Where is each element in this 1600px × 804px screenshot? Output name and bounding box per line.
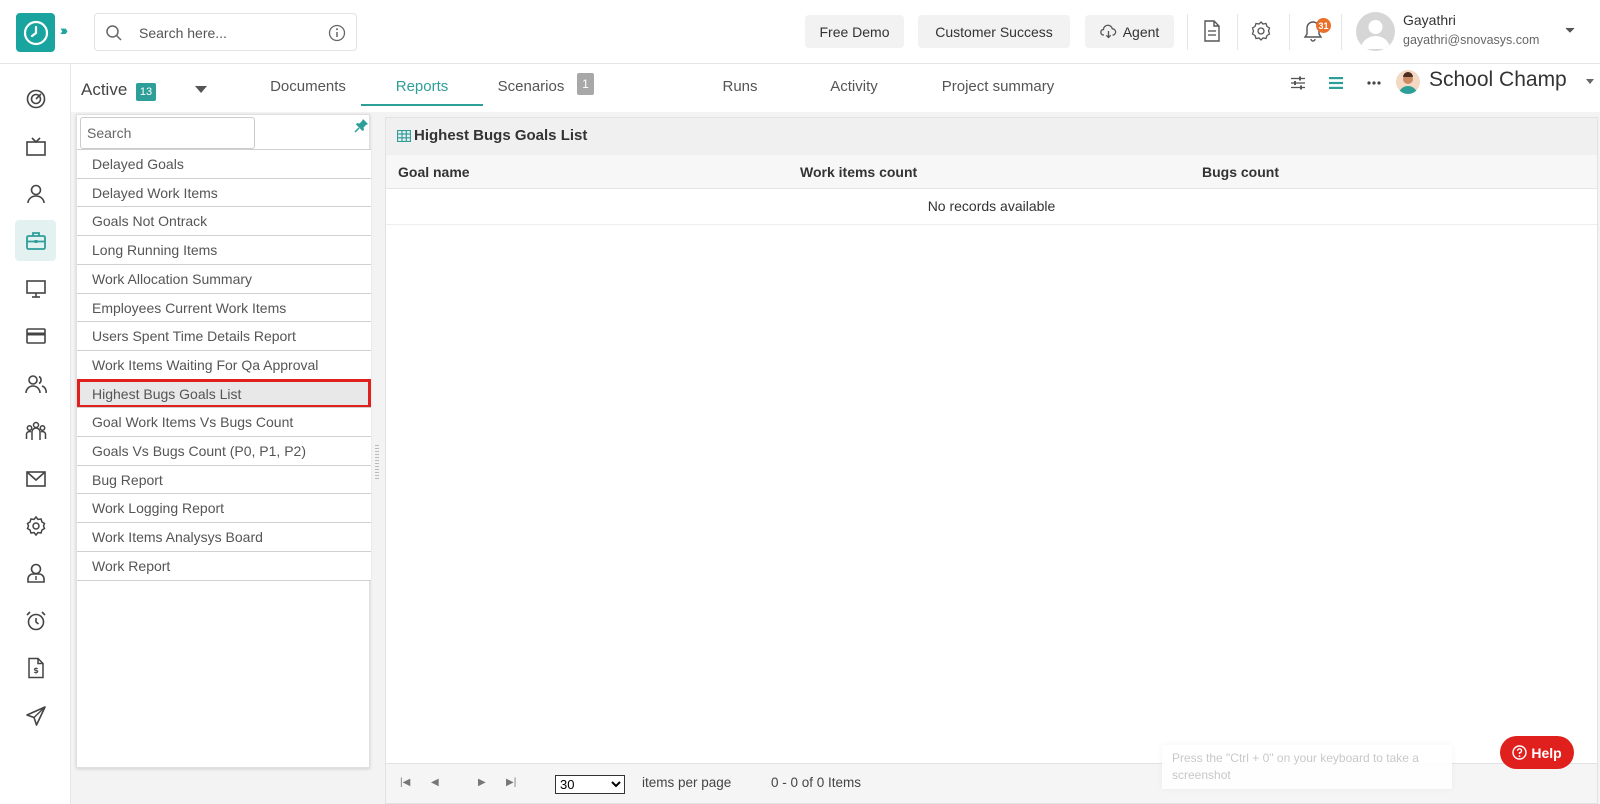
tv-icon[interactable]: [15, 126, 56, 167]
avatar-placeholder-icon: [1361, 20, 1390, 49]
items-per-page-label: items per page: [642, 775, 732, 790]
user-menu-caret-icon[interactable]: [1565, 27, 1575, 34]
settings-icon[interactable]: [15, 505, 56, 546]
report-list-item[interactable]: Delayed Work Items: [77, 177, 371, 207]
invoice-icon[interactable]: $: [15, 647, 56, 688]
report-list-item[interactable]: Delayed Goals: [77, 149, 371, 178]
screenshot-hint-toast: Press the "Ctrl + 0" on your keyboard to…: [1162, 745, 1452, 789]
agent-label: Agent: [1122, 23, 1160, 40]
table-icon: [397, 130, 411, 142]
list-divider: [77, 579, 371, 581]
clock-logo-icon: [23, 20, 48, 45]
report-list-item[interactable]: Work Items Analysys Board: [77, 522, 371, 552]
report-list-item[interactable]: Goal Work Items Vs Bugs Count: [77, 407, 371, 437]
help-label: Help: [1531, 744, 1562, 761]
alarm-icon[interactable]: [15, 600, 56, 641]
cloud-download-icon: [1099, 24, 1116, 39]
report-list-panel: Delayed GoalsDelayed Work ItemsGoals Not…: [76, 114, 371, 768]
report-search: [80, 117, 255, 149]
top-bar: ››› Free Demo Customer Success Agent: [0, 0, 1600, 64]
tab-documents[interactable]: Documents: [253, 78, 363, 95]
report-title: Highest Bugs Goals List: [414, 127, 588, 144]
user-name: Gayathri: [1403, 12, 1456, 28]
report-list-item[interactable]: Bug Report: [77, 464, 371, 494]
notification-count-badge: 31: [1316, 18, 1331, 33]
dashboard-icon[interactable]: [15, 78, 56, 119]
column-header-bugs-count[interactable]: Bugs count: [1202, 164, 1279, 180]
active-filter-label[interactable]: Active: [81, 80, 127, 100]
report-header: Highest Bugs Goals List: [386, 118, 1597, 155]
panel-splitter[interactable]: [375, 445, 379, 481]
team-icon[interactable]: [15, 410, 56, 451]
more-options-icon[interactable]: [1367, 81, 1381, 85]
briefcase-icon[interactable]: [15, 220, 56, 261]
active-count-badge: 13: [136, 83, 156, 101]
report-list-item[interactable]: Goals Vs Bugs Count (P0, P1, P2): [77, 436, 371, 465]
page-size-select[interactable]: 30: [555, 775, 625, 794]
report-list-item[interactable]: Users Spent Time Details Report: [77, 321, 371, 351]
monitor-icon[interactable]: [15, 268, 56, 309]
tab-runs[interactable]: Runs: [700, 78, 780, 95]
last-page-icon[interactable]: ▶|: [506, 777, 516, 788]
grid-header-row: Goal name Work items count Bugs count: [386, 155, 1597, 189]
report-search-input[interactable]: [81, 118, 254, 148]
next-page-icon[interactable]: ▶: [478, 777, 486, 788]
user-icon[interactable]: [15, 173, 56, 214]
first-page-icon[interactable]: |◀: [400, 777, 410, 788]
help-button[interactable]: Help: [1500, 736, 1574, 769]
report-list-item[interactable]: Work Items Waiting For Qa Approval: [77, 349, 371, 379]
tab-reports[interactable]: Reports: [361, 78, 483, 95]
column-header-goal-name[interactable]: Goal name: [398, 164, 470, 180]
selected-tab-indicator: [361, 104, 483, 106]
document-icon[interactable]: [1202, 20, 1222, 42]
report-list-item[interactable]: Work Report: [77, 550, 371, 580]
tab-project-summary[interactable]: Project summary: [925, 78, 1071, 95]
filter-sliders-icon[interactable]: [1290, 76, 1306, 90]
tab-scenarios[interactable]: Scenarios: [496, 78, 566, 95]
pager-range-text: 0 - 0 of 0 Items: [771, 775, 862, 790]
list-view-icon[interactable]: [1329, 76, 1343, 90]
profile-icon[interactable]: [15, 552, 56, 593]
user-email: gayathri@snovasys.com: [1403, 33, 1540, 47]
mail-icon[interactable]: [15, 458, 56, 499]
user-avatar[interactable]: [1356, 12, 1395, 51]
app-logo[interactable]: [16, 13, 55, 52]
report-list-item[interactable]: Employees Current Work Items: [77, 292, 371, 322]
scenarios-count-badge: 1: [577, 73, 594, 95]
tab-activity[interactable]: Activity: [809, 78, 899, 95]
project-person-icon: [1399, 72, 1417, 94]
svg-text:$: $: [33, 666, 39, 675]
empty-state-message: No records available: [386, 189, 1597, 225]
global-search: [94, 13, 357, 51]
agent-button[interactable]: Agent: [1085, 15, 1174, 48]
project-name[interactable]: School Champ: [1429, 68, 1567, 92]
card-icon[interactable]: [15, 315, 56, 356]
project-caret-icon[interactable]: [1586, 79, 1594, 84]
report-list-item[interactable]: Long Running Items: [77, 235, 371, 265]
previous-page-icon[interactable]: ◀: [431, 777, 439, 788]
report-list-item[interactable]: Work Allocation Summary: [77, 263, 371, 293]
search-icon: [106, 25, 122, 41]
global-search-input[interactable]: [139, 23, 309, 43]
users-icon[interactable]: [15, 363, 56, 404]
report-list-item[interactable]: Goals Not Ontrack: [77, 206, 371, 236]
info-icon[interactable]: [328, 24, 346, 42]
column-header-work-items-count[interactable]: Work items count: [800, 164, 917, 180]
expand-menu-icon[interactable]: ›››: [60, 22, 68, 38]
left-nav-rail: $: [0, 64, 71, 804]
chevron-down-icon[interactable]: [195, 86, 207, 94]
report-panel: Highest Bugs Goals List Goal name Work i…: [385, 117, 1598, 804]
free-demo-button[interactable]: Free Demo: [805, 15, 904, 48]
settings-gear-icon[interactable]: [1251, 20, 1271, 42]
project-avatar: [1396, 70, 1420, 94]
pin-icon[interactable]: [354, 118, 369, 133]
project-subnav: Active 13 Documents Reports Scenarios 1 …: [71, 64, 1600, 112]
customer-success-button[interactable]: Customer Success: [918, 15, 1070, 48]
send-icon[interactable]: [15, 695, 56, 736]
help-question-icon: [1512, 745, 1528, 760]
report-list-item[interactable]: Highest Bugs Goals List: [77, 378, 371, 408]
report-list-item[interactable]: Work Logging Report: [77, 493, 371, 523]
